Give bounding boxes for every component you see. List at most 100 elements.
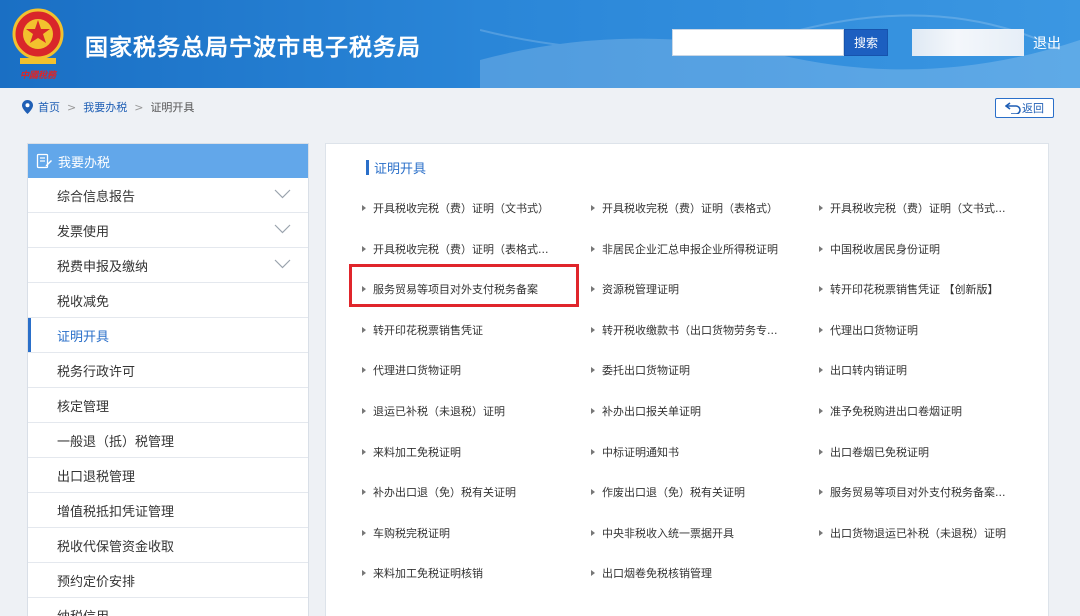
sidebar-item-label: 税收减免 [57, 294, 110, 310]
bullet-arrow-icon [591, 367, 595, 374]
certificate-link[interactable]: 出口转内销证明 [819, 362, 907, 378]
sidebar: 我要办税 综合信息报告发票使用税费申报及缴纳税收减免证明开具税务行政许可核定管理… [27, 143, 309, 616]
breadcrumb-separator: > [67, 100, 77, 114]
certificate-link[interactable]: 非居民企业汇总申报企业所得税证明 [591, 241, 778, 257]
breadcrumb-current: 证明开具 [150, 101, 195, 114]
bullet-arrow-icon [819, 245, 823, 252]
certificate-link-label: 服务贸易等项目对外支付税务备案... [830, 486, 1006, 500]
back-button[interactable]: 返回 [995, 98, 1054, 118]
bullet-arrow-icon [362, 489, 366, 496]
bullet-arrow-icon [362, 529, 366, 536]
site-title: 国家税务总局宁波市电子税务局 [85, 35, 421, 61]
breadcrumb-separator: > [134, 100, 144, 114]
location-pin-icon [22, 100, 33, 114]
sidebar-item-label: 发票使用 [57, 224, 110, 240]
sidebar-item[interactable]: 增值税抵扣凭证管理 [28, 493, 308, 528]
logout-link[interactable]: 退出 [1033, 33, 1061, 53]
user-name-box[interactable] [912, 29, 1024, 56]
breadcrumb-home[interactable]: 首页 [38, 99, 60, 115]
certificate-link[interactable]: 退运已补税（未退税）证明 [362, 403, 505, 419]
bullet-arrow-icon [591, 408, 595, 414]
sidebar-item[interactable]: 出口退税管理 [28, 458, 308, 493]
sidebar-item[interactable]: 税收代保管资金收取 [28, 528, 308, 563]
main-panel: 证明开具 开具税收完税（费）证明（文书式） 开具税收完税（费）证明（表格式） 开具税… [325, 143, 1049, 616]
sidebar-item-label: 税务行政许可 [57, 364, 136, 380]
certificate-link[interactable]: 开具税收完税（费）证明（表格式） [591, 200, 778, 216]
certificate-link-label: 作废出口退（免）税有关证明 [602, 486, 745, 500]
certificate-link-label: 转开印花税票销售凭证 [373, 323, 483, 337]
bullet-arrow-icon [819, 326, 823, 333]
certificate-link-label: 委托出口货物证明 [602, 364, 690, 378]
bullet-arrow-icon [591, 529, 595, 536]
certificate-link[interactable]: 来料加工免税证明 [362, 444, 461, 460]
bullet-arrow-icon [591, 570, 595, 577]
sidebar-item[interactable]: 核定管理 [28, 388, 308, 423]
certificate-link-label: 非居民企业汇总申报企业所得税证明 [602, 242, 778, 256]
sidebar-item[interactable]: 预约定价安排 [28, 563, 308, 598]
sidebar-item[interactable]: 一般退（抵）税管理 [28, 423, 308, 458]
certificate-link[interactable]: 委托出口货物证明 [591, 362, 690, 378]
certificate-link[interactable]: 中标证明通知书 [591, 444, 679, 460]
sidebar-item[interactable]: 税收减免 [28, 283, 308, 318]
panel-title: 证明开具 [366, 158, 426, 177]
certificate-link[interactable]: 补办出口报关单证明 [591, 403, 701, 419]
certificate-link[interactable]: 出口货物退运已补税（未退税）证明 [819, 525, 1006, 541]
certificate-link-label: 准予免税购进出口卷烟证明 [830, 405, 962, 418]
sidebar-item-label: 增值税抵扣凭证管理 [57, 504, 175, 520]
top-header: 中國稅務 国家税务总局宁波市电子税务局 搜索 退出 [0, 0, 1080, 88]
certificate-link-label: 退运已补税（未退税）证明 [373, 405, 505, 418]
certificate-link-label: 转开税收缴款书（出口货物劳务专... [602, 323, 778, 337]
certificate-link[interactable]: 服务贸易等项目对外支付税务备案... [819, 484, 1006, 500]
certificate-link[interactable]: 代理出口货物证明 [819, 322, 918, 338]
bullet-arrow-icon [362, 205, 366, 211]
breadcrumb-level1[interactable]: 我要办税 [83, 99, 127, 115]
certificate-link[interactable]: 转开税收缴款书（出口货物劳务专... [591, 322, 778, 338]
certificate-link[interactable]: 车购税完税证明 [362, 525, 450, 541]
sidebar-item[interactable]: 综合信息报告 [28, 178, 308, 213]
sidebar-header[interactable]: 我要办税 [28, 144, 308, 178]
breadcrumb: 首页 > 我要办税 > 证明开具 [0, 88, 1080, 126]
certificate-link[interactable]: 资源税管理证明 [591, 281, 679, 297]
certificate-link[interactable]: 出口烟卷免税核销管理 [591, 565, 712, 581]
certificate-link[interactable]: 作废出口退（免）税有关证明 [591, 484, 745, 500]
chevron-down-icon[interactable] [274, 259, 291, 269]
certificate-link[interactable]: 转开印花税票销售凭证 【创新版】 [819, 281, 999, 297]
sidebar-item[interactable]: 发票使用 [28, 213, 308, 248]
certificate-link[interactable]: 出口卷烟已免税证明 [819, 444, 929, 460]
search-button[interactable]: 搜索 [844, 29, 888, 56]
sidebar-item[interactable]: 税务行政许可 [28, 353, 308, 388]
certificate-link-label: 出口转内销证明 [830, 364, 907, 378]
sidebar-item[interactable]: 证明开具 [28, 318, 308, 353]
highlight-box [349, 264, 579, 307]
sidebar-item[interactable]: 税费申报及缴纳 [28, 248, 308, 283]
certificate-link-label: 代理进口货物证明 [373, 364, 461, 378]
chevron-down-icon[interactable] [274, 189, 291, 199]
certificate-link[interactable]: 开具税收完税（费）证明（文书式） [362, 200, 549, 216]
sidebar-item-label: 出口退税管理 [57, 469, 136, 485]
certificate-link[interactable]: 准予免税购进出口卷烟证明 [819, 403, 962, 419]
certificate-link[interactable]: 中国税收居民身份证明 [819, 241, 940, 257]
sidebar-menu: 综合信息报告发票使用税费申报及缴纳税收减免证明开具税务行政许可核定管理 一般退（抵… [28, 178, 308, 616]
certificate-link-label: 中国税收居民身份证明 [830, 242, 940, 256]
sidebar-item-label: 税收代保管资金收取 [57, 539, 175, 555]
bullet-arrow-icon [362, 326, 366, 333]
certificate-link[interactable]: 来料加工免税证明核销 [362, 565, 483, 581]
certificate-link-label: 出口烟卷免税核销管理 [602, 567, 712, 581]
sidebar-item-label: 纳税信用 [57, 606, 109, 616]
chevron-down-icon[interactable] [274, 224, 291, 234]
sidebar-item[interactable]: 纳税信用 [28, 598, 308, 616]
bullet-arrow-icon [362, 448, 366, 455]
bullet-arrow-icon [362, 367, 366, 374]
certificate-link-label: 中标证明通知书 [602, 445, 679, 459]
certificate-link[interactable]: 代理进口货物证明 [362, 362, 461, 378]
certificate-link-label: 资源税管理证明 [602, 283, 679, 297]
bullet-arrow-icon [819, 529, 823, 536]
certificate-link[interactable]: 中央非税收入统一票据开具 [591, 525, 734, 541]
certificate-link[interactable]: 开具税收完税（费）证明（文书式... [819, 200, 1006, 216]
certificate-link[interactable]: 补办出口退（免）税有关证明 [362, 484, 516, 500]
certificate-link[interactable]: 转开印花税票销售凭证 [362, 322, 483, 338]
certificate-link[interactable]: 开具税收完税（费）证明（表格式... [362, 241, 549, 257]
search-input[interactable] [672, 29, 844, 56]
bullet-arrow-icon [591, 326, 595, 333]
bullet-arrow-icon [819, 367, 823, 374]
